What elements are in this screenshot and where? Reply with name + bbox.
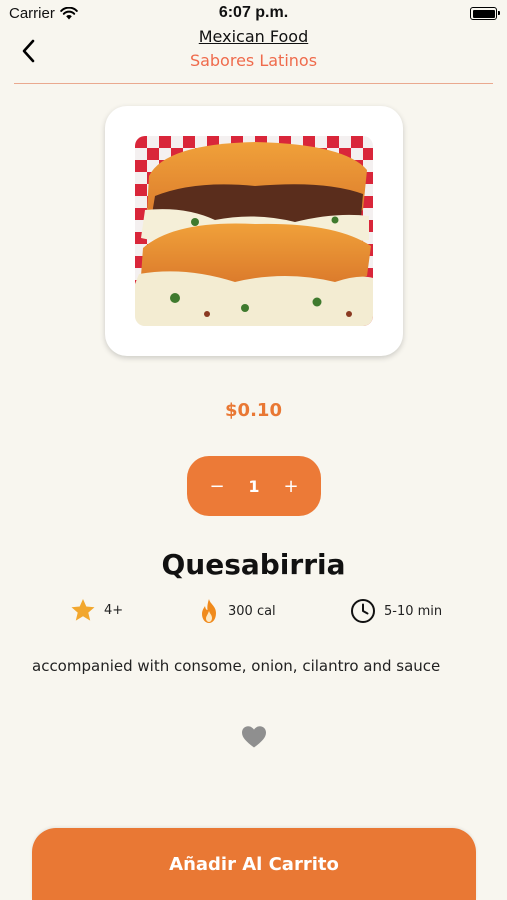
calories-info: 300 cal: [198, 598, 276, 624]
battery-icon: [470, 7, 500, 20]
rating-info: 4+: [70, 598, 123, 622]
clock-icon: [351, 599, 375, 623]
time-info: 5-10 min: [350, 598, 442, 624]
flame-icon: [202, 599, 216, 623]
star-icon: [71, 599, 95, 621]
product-price: $0.10: [225, 400, 282, 421]
product-description: accompanied with consome, onion, cilantr…: [32, 657, 441, 675]
time-label: 5-10 min: [384, 603, 443, 619]
status-time: 6:07 p.m.: [218, 4, 289, 21]
product-image-card: [105, 106, 403, 356]
decrement-button[interactable]: −: [209, 476, 225, 497]
add-to-cart-button[interactable]: Añadir Al Carrito: [32, 828, 476, 900]
quantity-value: 1: [248, 476, 260, 496]
calories-label: 300 cal: [228, 603, 276, 619]
header-subtitle: Sabores Latinos: [189, 51, 318, 70]
rating-label: 4+: [104, 602, 124, 618]
heart-icon: [242, 726, 266, 748]
favorite-button[interactable]: [241, 725, 267, 749]
product-image: [135, 136, 373, 326]
header-title[interactable]: Mexican Food: [0, 27, 507, 46]
product-name: Quesabirria: [161, 548, 346, 581]
increment-button[interactable]: +: [283, 476, 299, 497]
header-divider: [14, 83, 493, 84]
quantity-stepper: − 1 +: [187, 456, 321, 516]
status-bar: Carrier 6:07 p.m.: [0, 0, 507, 28]
